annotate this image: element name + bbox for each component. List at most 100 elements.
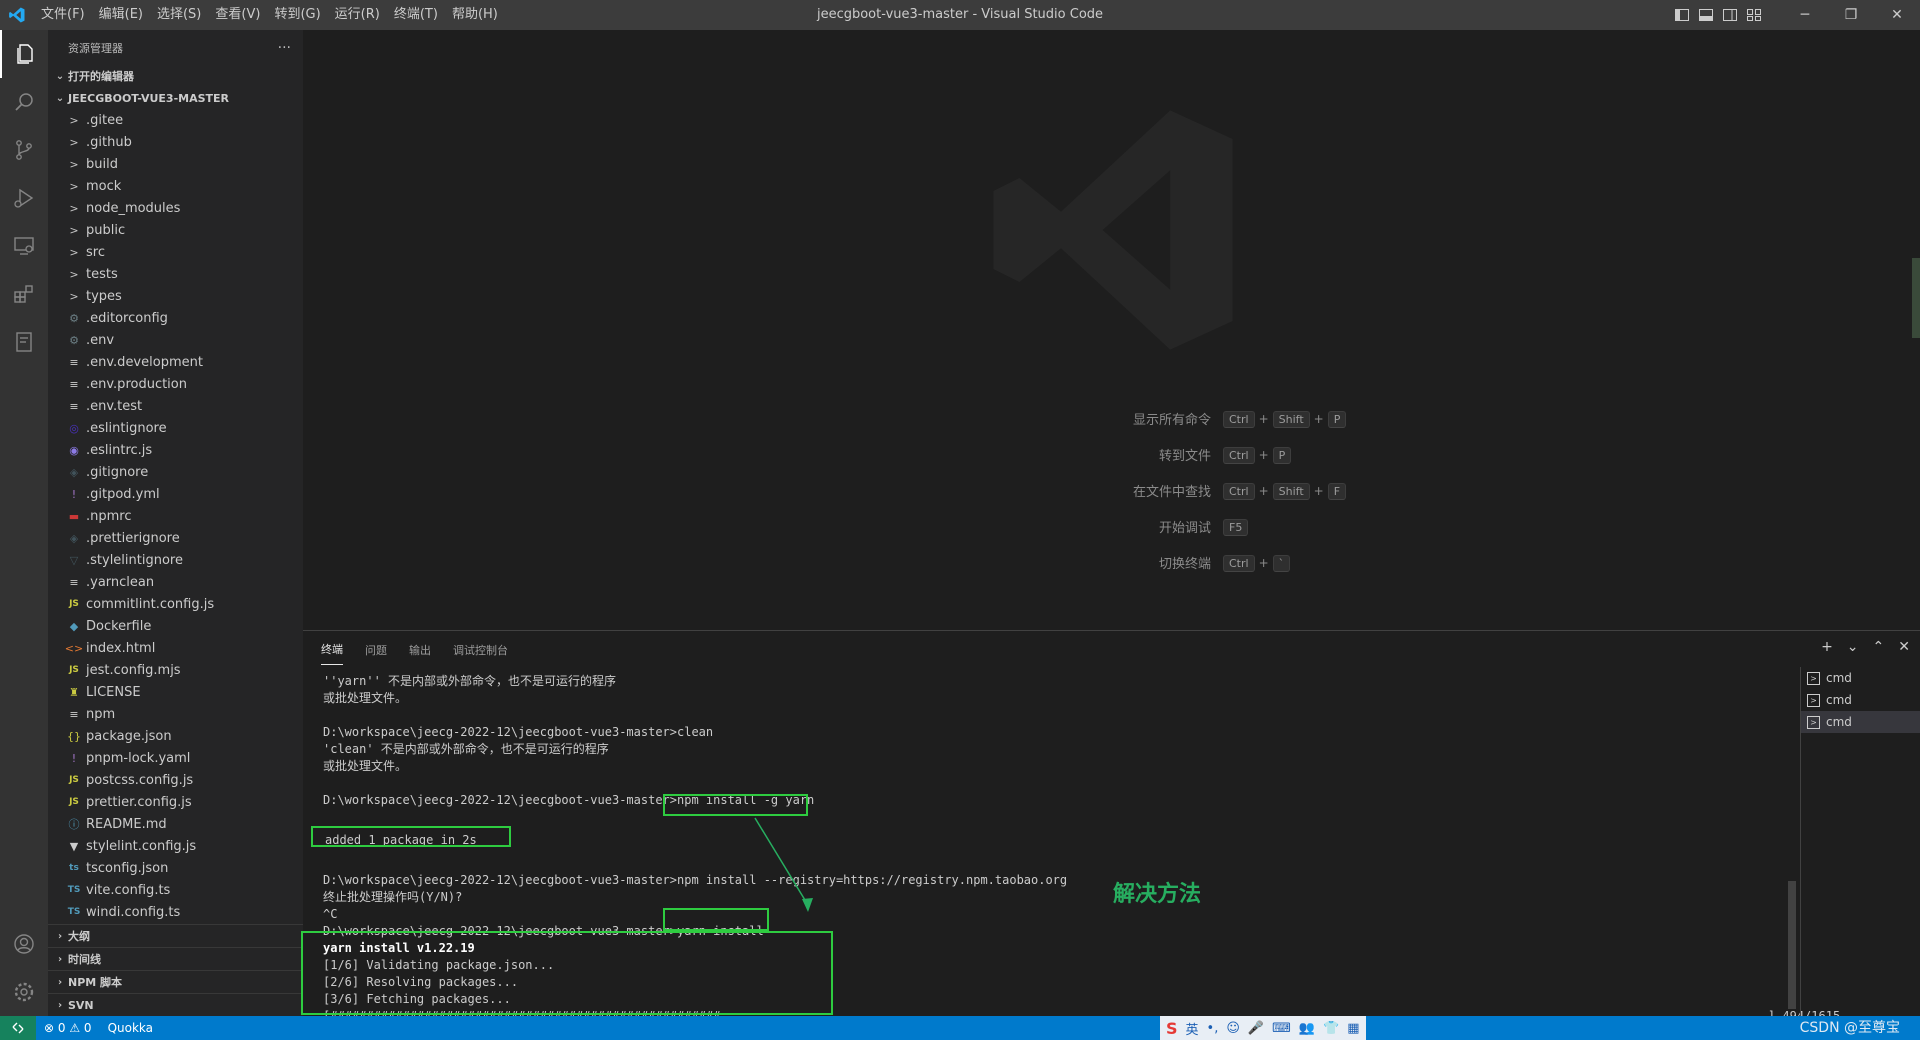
file-item[interactable]: TS windi.config.ts — [48, 901, 303, 923]
panel-tab-2[interactable]: 输出 — [409, 633, 431, 665]
file-item[interactable]: ≡ .env.test — [48, 395, 303, 417]
account-icon[interactable] — [0, 920, 48, 968]
folder-item[interactable]: > .github — [48, 131, 303, 153]
menu-item-6[interactable]: 终端(T) — [387, 0, 445, 30]
source-control-icon[interactable] — [0, 126, 48, 174]
more-actions-button[interactable]: ··· — [278, 40, 291, 56]
problems-indicator[interactable]: ⊗ 0 ⚠ 0 — [36, 1021, 100, 1035]
file-name: .gitignore — [86, 464, 149, 480]
terminal-instance[interactable]: > cmd — [1801, 667, 1920, 689]
toggle-primary-sidebar-icon[interactable] — [1674, 7, 1690, 23]
folder-item[interactable]: > src — [48, 241, 303, 263]
file-item[interactable]: ⚙ .editorconfig — [48, 307, 303, 329]
file-item[interactable]: ts tsconfig.json — [48, 857, 303, 879]
search-icon[interactable] — [0, 78, 48, 126]
file-item[interactable]: JS jest.config.mjs — [48, 659, 303, 681]
restore-button[interactable]: ❐ — [1828, 0, 1874, 30]
file-item[interactable]: ▼ stylelint.config.js — [48, 835, 303, 857]
menu-item-2[interactable]: 选择(S) — [150, 0, 208, 30]
open-editors-section[interactable]: ⌄ 打开的编辑器 — [48, 65, 303, 87]
close-window-button[interactable]: ✕ — [1874, 0, 1920, 30]
file-item[interactable]: ! .gitpod.yml — [48, 483, 303, 505]
file-type-icon: ◈ — [69, 465, 79, 479]
chevron-right-icon: > — [69, 245, 79, 259]
file-item[interactable]: ≡ .env.development — [48, 351, 303, 373]
explorer-icon[interactable] — [0, 30, 48, 78]
file-name: .editorconfig — [86, 310, 168, 326]
menu-item-5[interactable]: 运行(R) — [328, 0, 387, 30]
file-item[interactable]: ≡ .yarnclean — [48, 571, 303, 593]
terminal-output[interactable]: ''yarn'' 不是内部或外部命令，也不是可运行的程序 或批处理文件。 D:\wo… — [323, 673, 1840, 1023]
quokka-status[interactable]: Quokka — [100, 1021, 161, 1035]
menu-item-4[interactable]: 转到(G) — [267, 0, 327, 30]
panel-tab-3[interactable]: 调试控制台 — [453, 633, 508, 665]
sidebar-section-1[interactable]: › 时间线 — [48, 947, 303, 970]
ime-button-1[interactable]: 英 — [1186, 1019, 1199, 1038]
plus-sign: + — [1258, 484, 1269, 498]
ime-button-5[interactable]: ⌨ — [1272, 1021, 1291, 1036]
ime-button-8[interactable]: ▦ — [1347, 1021, 1359, 1036]
ime-button-4[interactable]: 🎤 — [1248, 1021, 1264, 1036]
folder-item[interactable]: > .gitee — [48, 109, 303, 131]
new-terminal-icon[interactable]: + — [1821, 639, 1833, 655]
folder-item[interactable]: > tests — [48, 263, 303, 285]
file-item[interactable]: {} package.json — [48, 725, 303, 747]
maximize-panel-icon[interactable]: ⌃ — [1873, 639, 1885, 655]
file-item[interactable]: JS postcss.config.js — [48, 769, 303, 791]
file-item[interactable]: ⓘ README.md — [48, 813, 303, 835]
ime-button-6[interactable]: 👥 — [1299, 1021, 1315, 1036]
folder-item[interactable]: > types — [48, 285, 303, 307]
sidebar-section-0[interactable]: › 大纲 — [48, 924, 303, 947]
file-item[interactable]: ≡ npm — [48, 703, 303, 725]
file-item[interactable]: JS commitlint.config.js — [48, 593, 303, 615]
sidebar-section-2[interactable]: › NPM 脚本 — [48, 970, 303, 993]
file-item[interactable]: ≡ .env.production — [48, 373, 303, 395]
extensions-icon[interactable] — [0, 270, 48, 318]
folder-item[interactable]: > mock — [48, 175, 303, 197]
panel-tab-0[interactable]: 终端 — [321, 632, 343, 665]
terminal-instance[interactable]: > cmd — [1801, 689, 1920, 711]
panel-tab-1[interactable]: 问题 — [365, 633, 387, 665]
sidebar-section-3[interactable]: › SVN — [48, 993, 303, 1016]
ime-button-7[interactable]: 👕 — [1323, 1021, 1339, 1036]
file-item[interactable]: ◈ .gitignore — [48, 461, 303, 483]
terminal-dropdown-icon[interactable]: ⌄ — [1847, 639, 1859, 655]
file-item[interactable]: ◉ .eslintrc.js — [48, 439, 303, 461]
terminal-scrollbar[interactable] — [1788, 881, 1796, 1009]
ime-button-3[interactable]: ☺ — [1226, 1021, 1240, 1036]
terminal-line: 或批处理文件。 — [323, 759, 408, 773]
file-item[interactable]: <> index.html — [48, 637, 303, 659]
file-item[interactable]: ◈ .prettierignore — [48, 527, 303, 549]
close-panel-icon[interactable]: ✕ — [1898, 639, 1910, 655]
ime-button-0[interactable]: S — [1166, 1019, 1178, 1038]
menu-item-0[interactable]: 文件(F) — [34, 0, 92, 30]
testing-icon[interactable] — [0, 318, 48, 366]
menu-item-7[interactable]: 帮助(H) — [445, 0, 505, 30]
file-item[interactable]: JS prettier.config.js — [48, 791, 303, 813]
file-item[interactable]: ⚙ .env — [48, 329, 303, 351]
run-debug-icon[interactable] — [0, 174, 48, 222]
file-item[interactable]: ▬ .npmrc — [48, 505, 303, 527]
menu-item-3[interactable]: 查看(V) — [208, 0, 267, 30]
minimize-button[interactable]: ─ — [1782, 0, 1828, 30]
folder-item[interactable]: > build — [48, 153, 303, 175]
folder-item[interactable]: > node_modules — [48, 197, 303, 219]
file-item[interactable]: TS vite.config.ts — [48, 879, 303, 901]
menu-item-1[interactable]: 编辑(E) — [92, 0, 150, 30]
terminal-instance[interactable]: > cmd — [1801, 711, 1920, 733]
file-item[interactable]: ◆ Dockerfile — [48, 615, 303, 637]
remote-indicator-icon[interactable] — [0, 1016, 36, 1040]
file-item[interactable]: ♜ LICENSE — [48, 681, 303, 703]
customize-layout-icon[interactable] — [1746, 7, 1762, 23]
file-item[interactable]: ◎ .eslintignore — [48, 417, 303, 439]
toggle-panel-icon[interactable] — [1698, 7, 1714, 23]
remote-explorer-icon[interactable] — [0, 222, 48, 270]
file-item[interactable]: ! pnpm-lock.yaml — [48, 747, 303, 769]
project-section[interactable]: ⌄ JEECGBOOT-VUE3-MASTER — [48, 87, 303, 109]
toggle-secondary-sidebar-icon[interactable] — [1722, 7, 1738, 23]
ime-button-2[interactable]: •, — [1207, 1021, 1219, 1036]
file-item[interactable]: ▽ .stylelintignore — [48, 549, 303, 571]
settings-gear-icon[interactable] — [0, 968, 48, 1016]
folder-item[interactable]: > public — [48, 219, 303, 241]
file-type-icon: ▬ — [68, 509, 80, 523]
